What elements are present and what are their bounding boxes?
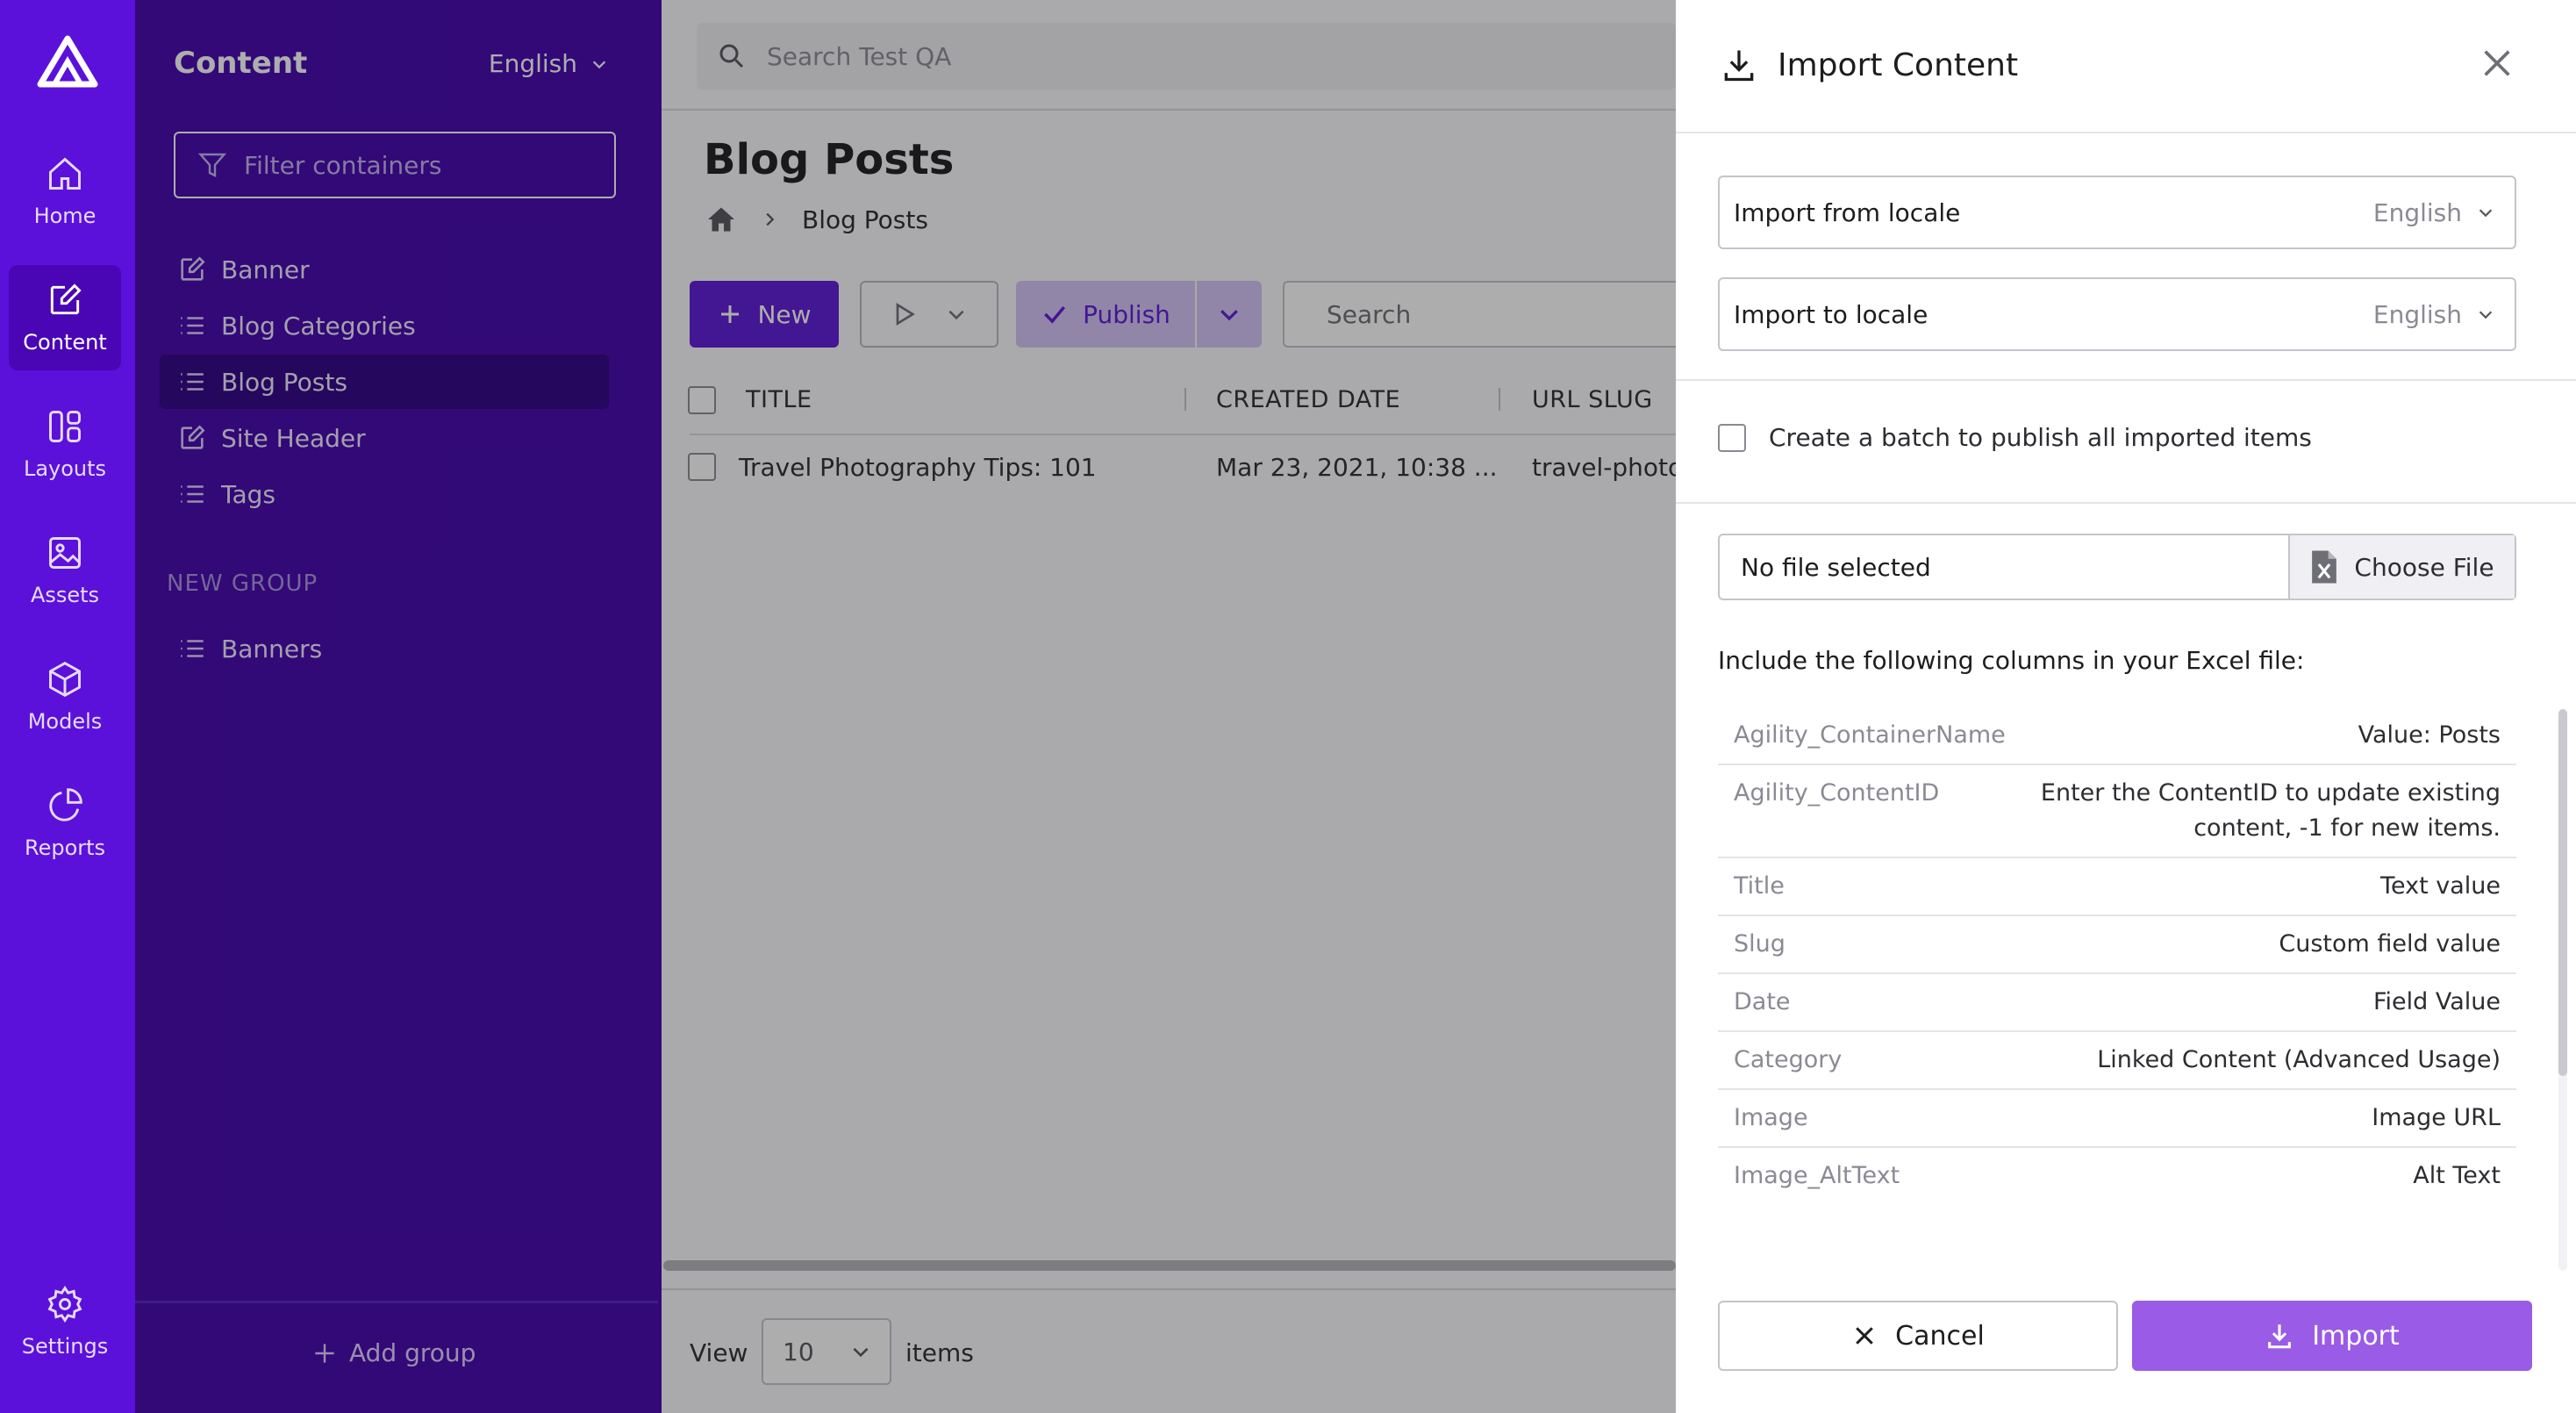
chevron-down-icon (2479, 311, 2493, 319)
column-row: Agility_ContainerName Value: Posts (1718, 707, 2516, 765)
excel-file-icon (2312, 550, 2337, 584)
close-icon (1856, 1327, 1873, 1345)
cancel-button-label: Cancel (1895, 1320, 1985, 1352)
image-icon (49, 537, 81, 569)
cube-icon (49, 661, 81, 698)
column-row: Image Image URL (1718, 1090, 2516, 1148)
download-icon (2268, 1324, 2292, 1349)
column-name: Image_AltText (1734, 1162, 1900, 1189)
panel-title: Import Content (1778, 47, 2019, 83)
home-icon (49, 157, 81, 190)
nav-layouts[interactable]: Layouts (9, 391, 121, 497)
chevron-down-icon (2479, 209, 2493, 218)
nav-settings[interactable]: Settings (9, 1269, 121, 1374)
import-to-value-wrap: English (2373, 300, 2495, 329)
column-row: Date Field Value (1718, 974, 2516, 1032)
column-description: Value: Posts (2358, 721, 2501, 749)
nav-models[interactable]: Models (9, 644, 121, 750)
nav-models-label: Models (27, 709, 103, 734)
vertical-scrollbar[interactable] (2558, 709, 2567, 1076)
modal-backdrop[interactable] (135, 0, 1676, 1413)
create-batch-option[interactable]: Create a batch to publish all imported i… (1718, 423, 2312, 452)
column-name: Title (1734, 872, 1785, 900)
column-name: Date (1734, 988, 1791, 1015)
nav-reports[interactable]: Reports (9, 771, 121, 876)
app: Home Content Layouts Assets Models Repor… (0, 0, 2576, 1413)
panel-section-divider (1676, 502, 2576, 504)
import-from-label: Import from locale (1734, 197, 1961, 227)
column-description: Text value (2380, 872, 2501, 900)
column-row: Slug Custom field value (1718, 916, 2516, 974)
nav-layouts-label: Layouts (23, 456, 107, 481)
import-to-locale-select[interactable]: Import to locale English (1718, 277, 2516, 351)
download-icon (1724, 50, 1754, 82)
column-description: Alt Text (2413, 1162, 2501, 1189)
nav-assets[interactable]: Assets (9, 518, 121, 623)
nav-assets-label: Assets (30, 583, 100, 607)
create-batch-checkbox[interactable] (1718, 423, 1746, 452)
create-batch-label: Create a batch to publish all imported i… (1769, 423, 2312, 452)
import-to-label: Import to locale (1734, 299, 1928, 329)
edit-icon (50, 283, 82, 315)
import-content-panel: Import Content Import from locale Englis… (1676, 0, 2576, 1413)
column-row: Category Linked Content (Advanced Usage) (1718, 1032, 2516, 1090)
column-description: Custom field value (2279, 930, 2501, 958)
nav-home[interactable]: Home (9, 139, 121, 244)
column-row: Image_AltText Alt Text (1718, 1148, 2516, 1204)
nav-content-label: Content (23, 330, 107, 355)
panel-section-divider (1676, 379, 2576, 381)
close-icon[interactable] (2479, 46, 2515, 81)
global-nav-rail: Home Content Layouts Assets Models Repor… (0, 0, 135, 1413)
nav-settings-label: Settings (21, 1334, 109, 1359)
nav-home-label: Home (33, 204, 97, 228)
panel-header: Import Content (1720, 46, 2018, 84)
column-description: Enter the ContentID to update existing c… (2040, 779, 2501, 842)
required-columns-list: Agility_ContainerName Value: Posts Agilit… (1718, 707, 2516, 1204)
nav-content[interactable]: Content (9, 265, 121, 370)
file-name-display: No file selected (1741, 552, 1931, 582)
pie-chart-icon (49, 788, 82, 821)
import-button[interactable]: Import (2132, 1301, 2532, 1371)
column-description: Field Value (2372, 988, 2501, 1015)
choose-file-label: Choose File (2354, 552, 2494, 582)
column-row: Title Text value (1718, 858, 2516, 916)
column-description: Image URL (2372, 1104, 2501, 1131)
column-description: Linked Content (Advanced Usage) (2097, 1046, 2501, 1073)
column-name: Agility_ContentID (1734, 779, 1940, 807)
nav-reports-label: Reports (24, 836, 106, 860)
import-to-value: English (2372, 299, 2462, 329)
column-name: Agility_ContainerName (1734, 721, 2006, 749)
column-row: Agility_ContentID Enter the ContentID to … (1718, 765, 2516, 858)
layouts-icon (49, 411, 81, 442)
import-from-locale-select[interactable]: Import from locale English (1718, 176, 2516, 249)
file-picker[interactable]: No file selected Choose File (1718, 534, 2516, 600)
choose-file-button[interactable]: Choose File (2288, 535, 2515, 599)
import-from-value-wrap: English (2373, 198, 2495, 227)
column-name: Slug (1734, 930, 1785, 958)
column-name: Category (1734, 1046, 1843, 1073)
logo-icon[interactable] (37, 35, 98, 88)
columns-heading: Include the following columns in your Ex… (1718, 646, 2305, 675)
import-from-value: English (2372, 197, 2462, 227)
import-button-label: Import (2312, 1320, 2400, 1352)
panel-header-divider (1676, 132, 2576, 133)
cancel-button[interactable]: Cancel (1718, 1301, 2118, 1371)
column-name: Image (1734, 1104, 1808, 1131)
gear-icon (47, 1286, 82, 1323)
